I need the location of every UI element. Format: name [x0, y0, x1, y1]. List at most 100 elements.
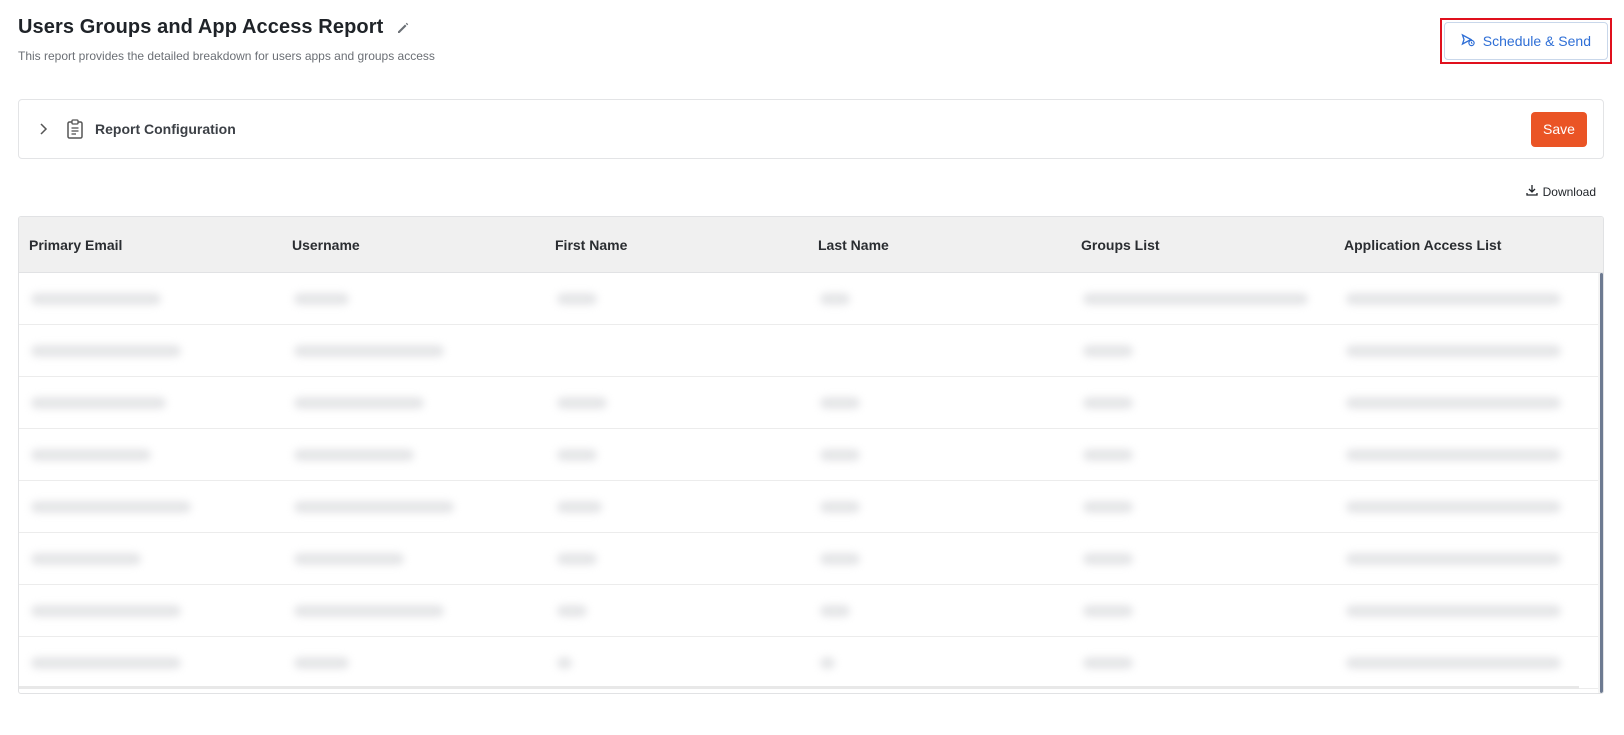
- redacted-text: [820, 500, 860, 513]
- redacted-text: [1346, 656, 1561, 669]
- cell-last-name: [808, 481, 1071, 532]
- redacted-text: [557, 292, 597, 305]
- page-subtitle: This report provides the detailed breakd…: [18, 49, 435, 63]
- cell-email: [19, 533, 282, 584]
- cell-apps: [1334, 637, 1597, 688]
- report-table: Primary Email Username First Name Last N…: [18, 216, 1604, 694]
- redacted-text: [1083, 604, 1133, 617]
- redacted-text: [294, 344, 444, 357]
- redacted-text: [1083, 448, 1133, 461]
- cell-last-name: [808, 429, 1071, 480]
- download-label: Download: [1542, 184, 1596, 199]
- redacted-text: [557, 604, 587, 617]
- redacted-text: [31, 344, 181, 357]
- pencil-icon[interactable]: [395, 20, 411, 36]
- cell-groups: [1071, 585, 1334, 636]
- redacted-text: [1346, 344, 1561, 357]
- cell-groups: [1071, 377, 1334, 428]
- column-header-application-access-list[interactable]: Application Access List: [1334, 237, 1597, 253]
- redacted-text: [1083, 292, 1308, 305]
- column-header-first-name[interactable]: First Name: [545, 237, 808, 253]
- redacted-text: [1083, 552, 1133, 565]
- cell-apps: [1334, 377, 1597, 428]
- table-row[interactable]: [19, 481, 1603, 533]
- horizontal-scrollbar[interactable]: [19, 686, 1579, 689]
- report-header: Users Groups and App Access Report This …: [18, 16, 1606, 76]
- cell-email: [19, 325, 282, 376]
- redacted-text: [294, 448, 414, 461]
- report-configuration-label[interactable]: Report Configuration: [95, 121, 236, 137]
- table-row[interactable]: [19, 429, 1603, 481]
- column-header-username[interactable]: Username: [282, 237, 545, 253]
- cell-last-name: [808, 377, 1071, 428]
- redacted-text: [294, 552, 404, 565]
- redacted-text: [820, 656, 835, 669]
- redacted-text: [31, 500, 191, 513]
- cell-username: [282, 273, 545, 324]
- table-body: [19, 273, 1603, 693]
- cell-username: [282, 585, 545, 636]
- download-button[interactable]: Download: [1525, 184, 1596, 199]
- schedule-send-icon: [1461, 33, 1475, 50]
- scrollbar-thumb[interactable]: [1600, 273, 1603, 693]
- cell-first-name: [545, 637, 808, 688]
- redacted-text: [1083, 656, 1133, 669]
- redacted-text: [1346, 552, 1561, 565]
- table-row[interactable]: [19, 273, 1603, 325]
- chevron-right-icon[interactable]: [35, 121, 51, 137]
- save-button[interactable]: Save: [1531, 111, 1587, 147]
- redacted-text: [31, 396, 166, 409]
- table-row[interactable]: [19, 377, 1603, 429]
- cell-username: [282, 533, 545, 584]
- table-row[interactable]: [19, 637, 1603, 689]
- redacted-text: [1346, 292, 1561, 305]
- title-row: Users Groups and App Access Report: [18, 16, 1606, 39]
- redacted-text: [820, 448, 860, 461]
- redacted-text: [820, 292, 850, 305]
- column-header-groups-list[interactable]: Groups List: [1071, 237, 1334, 253]
- cell-email: [19, 585, 282, 636]
- cell-apps: [1334, 273, 1597, 324]
- cell-first-name: [545, 273, 808, 324]
- redacted-text: [557, 552, 597, 565]
- redacted-text: [31, 292, 161, 305]
- redacted-text: [294, 604, 444, 617]
- column-header-last-name[interactable]: Last Name: [808, 237, 1071, 253]
- redacted-text: [557, 396, 607, 409]
- vertical-scrollbar[interactable]: [1598, 273, 1603, 693]
- cell-first-name: [545, 325, 808, 376]
- redacted-text: [820, 552, 860, 565]
- cell-username: [282, 377, 545, 428]
- page-title: Users Groups and App Access Report: [18, 16, 384, 38]
- cell-email: [19, 273, 282, 324]
- report-configuration-panel: Report Configuration Save: [18, 99, 1604, 159]
- cell-last-name: [808, 533, 1071, 584]
- cell-first-name: [545, 481, 808, 532]
- cell-groups: [1071, 273, 1334, 324]
- table-header: Primary Email Username First Name Last N…: [19, 217, 1603, 273]
- redacted-text: [294, 292, 349, 305]
- column-header-primary-email[interactable]: Primary Email: [19, 237, 282, 253]
- table-row[interactable]: [19, 585, 1603, 637]
- cell-email: [19, 481, 282, 532]
- report-page: Users Groups and App Access Report This …: [0, 0, 1624, 735]
- redacted-text: [557, 448, 597, 461]
- cell-apps: [1334, 429, 1597, 480]
- redacted-text: [820, 604, 850, 617]
- schedule-send-button[interactable]: Schedule & Send: [1443, 22, 1608, 60]
- cell-first-name: [545, 585, 808, 636]
- redacted-text: [294, 656, 349, 669]
- cell-apps: [1334, 533, 1597, 584]
- table-row[interactable]: [19, 325, 1603, 377]
- cell-groups: [1071, 325, 1334, 376]
- cell-username: [282, 481, 545, 532]
- cell-last-name: [808, 325, 1071, 376]
- redacted-text: [557, 500, 602, 513]
- redacted-text: [294, 396, 424, 409]
- table-row[interactable]: [19, 533, 1603, 585]
- redacted-text: [1346, 604, 1561, 617]
- redacted-text: [1346, 448, 1561, 461]
- redacted-text: [31, 604, 181, 617]
- cell-groups: [1071, 481, 1334, 532]
- redacted-text: [1346, 396, 1561, 409]
